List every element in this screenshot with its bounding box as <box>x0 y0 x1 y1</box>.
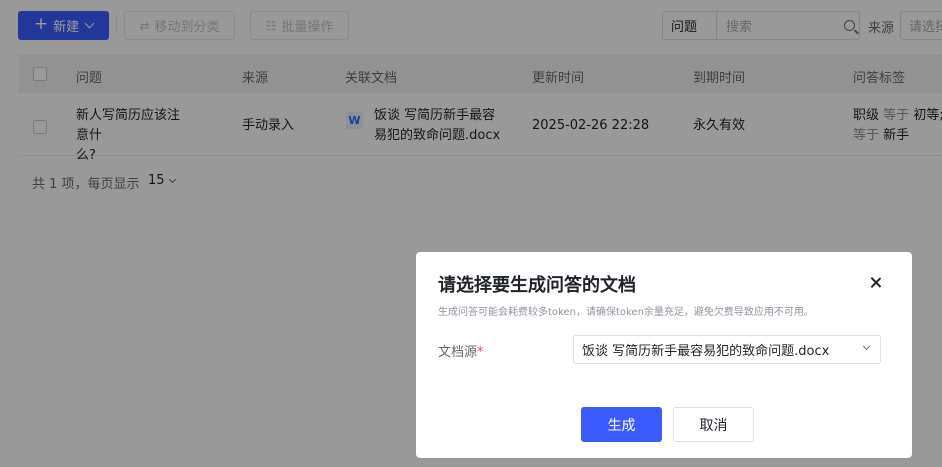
close-icon[interactable] <box>868 275 884 291</box>
chevron-down-icon <box>862 342 871 351</box>
dialog-title: 请选择要生成问答的文档 <box>438 275 636 296</box>
doc-source-select[interactable]: 饭谈 写简历新手最容易犯的致命问题.docx <box>573 335 881 364</box>
doc-source-label-text: 文档源 <box>438 345 478 360</box>
generate-button[interactable]: 生成 <box>581 407 662 442</box>
required-mark: * <box>477 345 484 360</box>
cancel-button[interactable]: 取消 <box>673 407 754 442</box>
generate-qa-dialog: 请选择要生成问答的文档 生成问答可能会耗费较多token，请确保token余量充… <box>416 252 912 458</box>
dialog-tip: 生成问答可能会耗费较多token，请确保token余量充足，避免欠费导致应用不可… <box>438 307 814 318</box>
doc-source-label: 文档源* <box>438 341 484 360</box>
doc-source-value: 饭谈 写简历新手最容易犯的致命问题.docx <box>582 344 830 359</box>
